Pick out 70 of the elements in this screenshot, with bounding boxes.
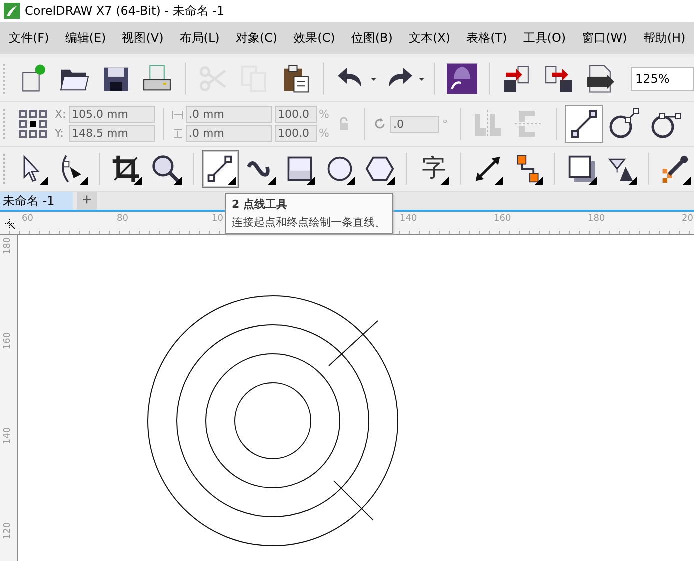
menu-item[interactable]: 文件(F): [1, 30, 56, 46]
menu-item[interactable]: 对象(C): [228, 30, 285, 46]
flyout-triangle-icon[interactable]: [589, 177, 598, 185]
menu-item[interactable]: 编辑(E): [57, 30, 114, 46]
flyout-triangle-icon[interactable]: [387, 177, 396, 185]
menu-item[interactable]: 表格(T): [458, 30, 514, 46]
flyout-triangle-icon[interactable]: [228, 177, 236, 185]
y-position-field[interactable]: 148.5 mm: [69, 125, 155, 142]
document-tab[interactable]: 未命名 -1: [0, 192, 73, 210]
line-tool-button[interactable]: [202, 150, 239, 188]
launcher-icon[interactable]: [446, 62, 478, 96]
menu-item[interactable]: 工具(O): [515, 30, 574, 46]
percent-sign: %: [319, 108, 330, 121]
hexagon-icon: [364, 154, 395, 184]
eyedropper-icon: [660, 154, 690, 184]
rotate-icon: [373, 117, 388, 131]
flyout-triangle-icon[interactable]: [535, 177, 544, 185]
flyout-triangle-icon[interactable]: [134, 177, 142, 185]
crop-icon: [111, 154, 142, 184]
ruler-label: 120: [3, 521, 13, 542]
flyout-triangle-icon[interactable]: [174, 177, 182, 185]
selection-handles-icon: [17, 108, 49, 140]
tooltip-title: 2 点线工具: [232, 197, 288, 212]
ruler-label: 140: [3, 426, 13, 447]
ruler-label: 160: [3, 331, 13, 352]
flyout-triangle-icon[interactable]: [40, 177, 48, 185]
ruler-label: 140: [400, 214, 418, 224]
flyout-triangle-icon[interactable]: [495, 177, 504, 185]
x-label: X:: [55, 108, 67, 121]
width-icon: [172, 110, 184, 120]
menu-item[interactable]: 效果(C): [286, 30, 342, 46]
window-title: CorelDRAW X7 (64-Bit) - 未命名 -1: [25, 2, 225, 20]
scale-x-field[interactable]: 100.0: [275, 106, 317, 123]
menu-item[interactable]: 布局(L): [172, 30, 227, 46]
ruler-label: 180: [588, 214, 606, 224]
ruler-label: 20: [682, 214, 694, 224]
scale-y-field[interactable]: 100.0: [275, 125, 317, 142]
ruler-label: 60: [22, 214, 34, 224]
new-tab-button[interactable]: +: [77, 192, 97, 210]
degree-sign: °: [442, 118, 448, 130]
tooltip-description: 连接起点和终点绘制一条直线。: [232, 215, 386, 230]
flyout-triangle-icon[interactable]: [347, 177, 356, 185]
magnifier-icon: [151, 154, 182, 184]
flyout-triangle-icon[interactable]: [629, 177, 638, 185]
ruler-label: 10: [212, 214, 224, 224]
x-position-field[interactable]: 105.0 mm: [69, 106, 155, 123]
menu-item[interactable]: 窗口(W): [574, 30, 634, 46]
app-logo-icon: [4, 3, 20, 19]
ruler-label: 80: [117, 214, 128, 224]
flyout-triangle-icon[interactable]: [268, 177, 276, 185]
ruler-origin-icon[interactable]: [4, 218, 16, 230]
zoom-level-field[interactable]: 125%: [630, 67, 694, 91]
text-tool-button[interactable]: 字: [415, 150, 452, 188]
height-icon: [172, 128, 184, 138]
menu-item[interactable]: 视图(V): [114, 30, 171, 46]
menu-item[interactable]: 文本(X): [400, 30, 458, 46]
percent-sign: %: [319, 127, 330, 140]
height-field[interactable]: .0 mm: [186, 125, 272, 142]
y-label: Y:: [55, 127, 65, 140]
flyout-triangle-icon[interactable]: [80, 177, 88, 185]
menu-item[interactable]: 位图(B): [343, 30, 400, 46]
menu-item[interactable]: 帮助(H): [635, 30, 693, 46]
rotation-angle-field[interactable]: .0: [390, 116, 440, 132]
ruler-label: 180: [3, 236, 13, 257]
shadow-square-icon: [566, 154, 597, 184]
two-point-line-mode-button[interactable]: [564, 105, 603, 143]
flyout-triangle-icon[interactable]: [307, 177, 316, 185]
ruler-label: 160: [494, 214, 512, 224]
width-field[interactable]: .0 mm: [186, 106, 272, 123]
flyout-triangle-icon[interactable]: [682, 177, 691, 185]
